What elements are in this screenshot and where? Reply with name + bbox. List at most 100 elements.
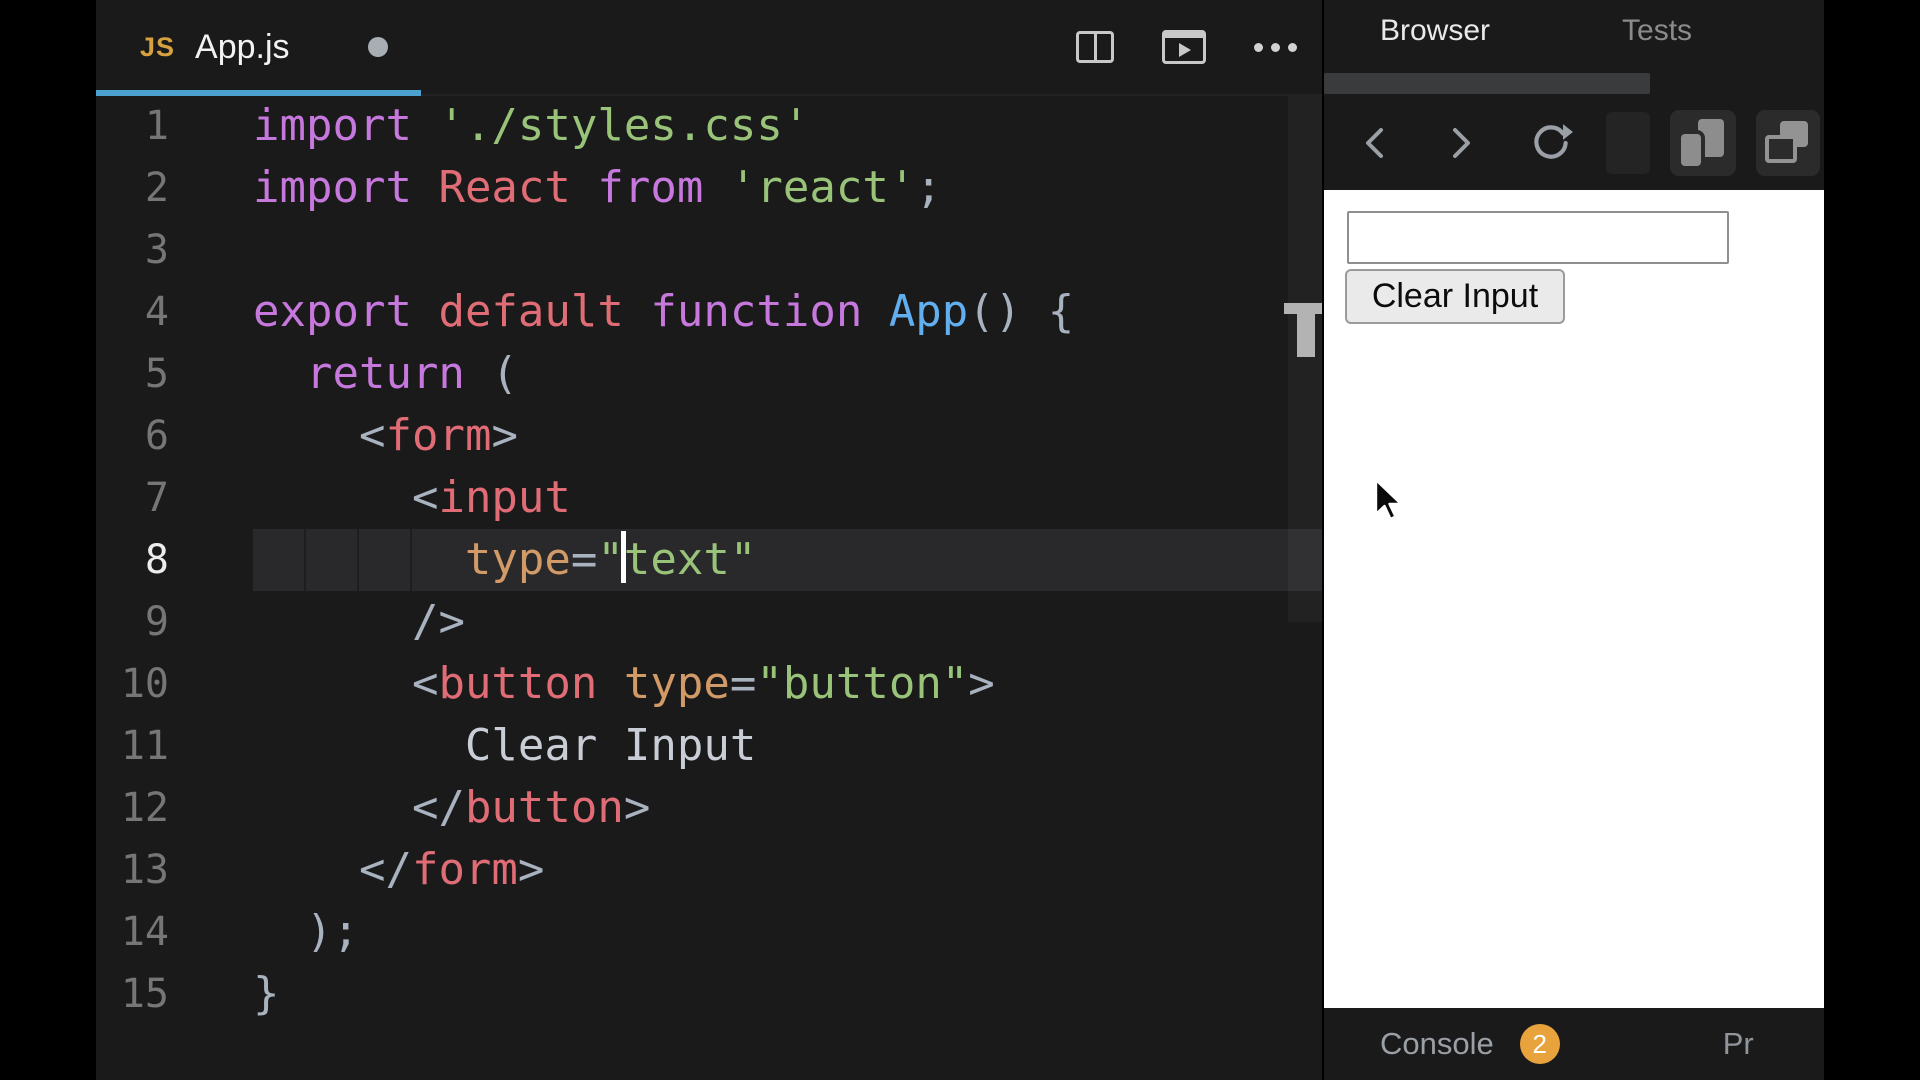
- code-token: >: [968, 658, 995, 709]
- refresh-icon[interactable]: [1528, 100, 1574, 186]
- line-number: 3: [144, 227, 169, 273]
- line-number: 11: [120, 723, 169, 769]
- console-tab[interactable]: Console: [1380, 1026, 1494, 1062]
- code-token: ": [597, 534, 624, 585]
- code-line[interactable]: 8 type="text": [96, 529, 1322, 591]
- responsive-preview-icon[interactable]: [1670, 110, 1736, 176]
- code-line[interactable]: 6 <form>: [96, 405, 1322, 467]
- line-number: 5: [144, 351, 169, 397]
- code-line[interactable]: 11 Clear Input: [96, 715, 1322, 777]
- split-editor-icon[interactable]: [1076, 31, 1114, 63]
- code-line[interactable]: 13 </form>: [96, 839, 1322, 901]
- code-token: form: [385, 410, 492, 461]
- code-token: App: [888, 286, 969, 337]
- code-token: />: [411, 596, 465, 647]
- code-token: button: [464, 782, 624, 833]
- code-token: );: [305, 906, 359, 957]
- more-options-icon[interactable]: [1254, 42, 1297, 52]
- code-token: <: [358, 410, 386, 461]
- editor-scrollbar-track[interactable]: [1288, 96, 1322, 622]
- line-number: 12: [120, 785, 169, 831]
- line-number: 15: [120, 971, 169, 1017]
- code-line[interactable]: 12 </button>: [96, 777, 1322, 839]
- code-token: import: [253, 100, 412, 151]
- code-token: () {: [968, 286, 1075, 337]
- code-token: </: [411, 782, 465, 833]
- code-line[interactable]: 7 <input: [96, 467, 1322, 529]
- code-line[interactable]: 10 <button type="button">: [96, 653, 1322, 715]
- code-token: import: [253, 162, 412, 213]
- code-token: export: [253, 286, 412, 337]
- code-token: </: [358, 844, 412, 895]
- panel-footer: Console 2 Pr: [1324, 1008, 1824, 1080]
- app-window: JS App.js 1 import './styles.css' 2 import …: [0, 0, 1920, 1080]
- code-token: =: [570, 534, 598, 585]
- code-token: default: [438, 286, 624, 337]
- mouse-pointer-icon: [1374, 478, 1403, 521]
- active-tab-indicator-bar: [1324, 73, 1650, 94]
- code-token: return: [305, 348, 465, 399]
- code-line[interactable]: 3: [96, 219, 1322, 281]
- panel-tab-bar: Browser Tests: [1324, 0, 1824, 62]
- code-line[interactable]: 4 export default function App() {: [96, 281, 1322, 343]
- open-preview-icon[interactable]: [1162, 30, 1206, 64]
- problems-tab-partial[interactable]: Pr: [1723, 1026, 1754, 1062]
- unsaved-changes-indicator: [367, 37, 388, 57]
- code-editor[interactable]: 1 import './styles.css' 2 import React from…: [96, 95, 1322, 1025]
- code-line[interactable]: 5 return (: [96, 343, 1322, 405]
- address-bar-collapsed[interactable]: [1606, 112, 1650, 174]
- tab-tests[interactable]: Tests: [1622, 14, 1692, 48]
- back-icon[interactable]: [1360, 100, 1390, 186]
- code-token: type: [464, 534, 571, 585]
- code-token: React: [438, 162, 571, 213]
- clear-input-button[interactable]: Clear Input: [1345, 269, 1565, 324]
- code-token: './styles.css': [438, 100, 810, 151]
- code-token: button: [438, 658, 598, 709]
- code-token: >: [517, 844, 545, 895]
- code-token: <: [411, 658, 439, 709]
- tab-app-js[interactable]: JS App.js: [96, 0, 421, 96]
- code-line[interactable]: 15}: [96, 963, 1322, 1025]
- forward-icon[interactable]: [1446, 100, 1476, 186]
- line-number: 10: [120, 661, 169, 707]
- code-token: function: [650, 286, 863, 337]
- line-number: 4: [144, 289, 169, 335]
- text-input[interactable]: [1347, 211, 1729, 264]
- code-line[interactable]: 2 import React from 'react';: [96, 157, 1322, 219]
- line-number: 9: [144, 599, 169, 645]
- console-count-badge: 2: [1519, 1024, 1560, 1064]
- line-number: 2: [144, 165, 169, 211]
- editor-toolbar: [1076, 0, 1297, 94]
- code-token: "button": [756, 658, 969, 709]
- code-token: form: [411, 844, 518, 895]
- browser-navigation-bar: [1324, 100, 1824, 186]
- tab-title: App.js: [195, 27, 290, 66]
- code-token: ;: [915, 162, 942, 213]
- code-token: >: [623, 782, 651, 833]
- indent-guide: [410, 529, 412, 591]
- code-line[interactable]: 14 );: [96, 901, 1322, 963]
- tab-browser[interactable]: Browser: [1380, 14, 1490, 48]
- editor-scrollbar-marker[interactable]: [1284, 303, 1322, 357]
- line-number: 7: [144, 475, 169, 521]
- line-number: 6: [144, 413, 169, 459]
- code-line[interactable]: 1 import './styles.css': [96, 95, 1322, 157]
- code-line[interactable]: 9 />: [96, 591, 1322, 653]
- line-number: 14: [120, 909, 169, 955]
- editor-panel: JS App.js 1 import './styles.css' 2 import …: [96, 0, 1322, 1080]
- open-in-new-window-icon[interactable]: [1756, 110, 1820, 176]
- code-token: }: [253, 968, 280, 1019]
- code-token: 'react': [729, 162, 916, 213]
